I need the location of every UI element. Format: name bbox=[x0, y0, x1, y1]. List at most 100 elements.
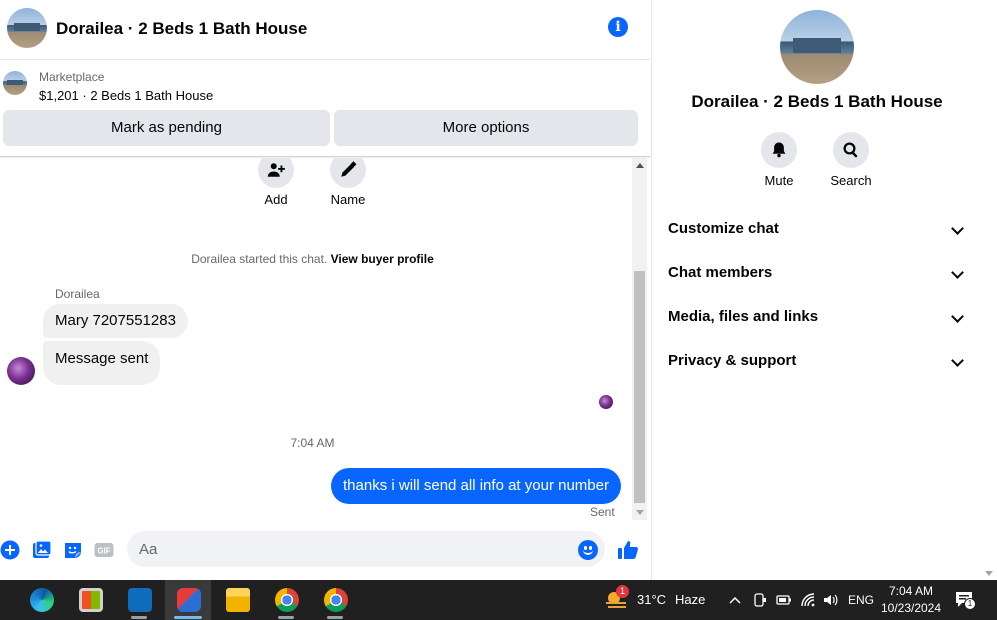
file-explorer-icon[interactable] bbox=[214, 580, 260, 620]
weather-icon[interactable]: 1 bbox=[604, 585, 629, 611]
name-button[interactable] bbox=[330, 158, 366, 188]
seen-indicator-avatar bbox=[599, 395, 613, 409]
scroll-up-arrow[interactable] bbox=[636, 163, 644, 168]
section-label: Privacy & support bbox=[668, 352, 797, 369]
scrollbar-thumb[interactable] bbox=[634, 271, 645, 503]
photo-icon[interactable] bbox=[32, 540, 52, 560]
view-buyer-profile-link[interactable]: View buyer profile bbox=[331, 252, 434, 266]
listing-avatar[interactable] bbox=[7, 8, 47, 48]
chevron-down-icon bbox=[951, 266, 964, 279]
gif-text: GIF bbox=[97, 547, 110, 556]
chrome-logo bbox=[275, 588, 299, 612]
section-label: Chat members bbox=[668, 264, 773, 281]
sender-avatar[interactable] bbox=[7, 357, 35, 385]
name-label: Name bbox=[330, 192, 366, 207]
pencil-icon bbox=[341, 161, 357, 177]
clock-time[interactable]: 7:04 AM bbox=[878, 584, 944, 598]
snipping-tool-icon[interactable] bbox=[165, 580, 211, 620]
clock-date[interactable]: 10/23/2024 bbox=[878, 601, 944, 615]
meet-now-icon[interactable] bbox=[752, 592, 768, 608]
search-icon bbox=[843, 142, 858, 158]
store-icon[interactable] bbox=[67, 580, 113, 620]
add-button[interactable] bbox=[258, 158, 294, 188]
chat-header: Dorailea · 2 Beds 1 Bath House i bbox=[0, 0, 650, 60]
chevron-down-icon bbox=[951, 222, 964, 235]
emoji-mouth bbox=[583, 550, 593, 555]
outlook-icon[interactable] bbox=[116, 580, 162, 620]
app-running-indicator bbox=[327, 616, 343, 619]
chrome-profile-logo bbox=[324, 588, 348, 612]
info-listing-avatar[interactable] bbox=[780, 10, 854, 84]
section-label: Media, files and links bbox=[668, 308, 819, 325]
scroll-down-arrow[interactable] bbox=[636, 510, 644, 515]
chrome-profile-icon[interactable] bbox=[312, 580, 358, 620]
chat-started-text: Dorailea started this chat. bbox=[191, 252, 328, 266]
edge-icon[interactable] bbox=[18, 580, 64, 620]
customize-chat-section[interactable]: Customize chat bbox=[668, 220, 968, 244]
app-running-indicator bbox=[131, 616, 147, 619]
sender-name: Dorailea bbox=[55, 287, 100, 301]
info-icon[interactable]: i bbox=[608, 17, 628, 37]
section-label: Customize chat bbox=[668, 220, 779, 237]
bell-icon bbox=[772, 142, 786, 158]
outlook-logo bbox=[128, 588, 152, 612]
message-scrollbar[interactable] bbox=[632, 158, 647, 520]
language-indicator[interactable]: ENG bbox=[846, 593, 876, 607]
search-label: Search bbox=[830, 173, 872, 188]
message-composer: GIF bbox=[0, 530, 650, 570]
add-label: Add bbox=[264, 192, 288, 207]
marketplace-label: Marketplace bbox=[39, 70, 105, 84]
app-running-indicator bbox=[278, 616, 294, 619]
wifi-icon[interactable] bbox=[800, 592, 816, 608]
add-person-icon bbox=[267, 163, 285, 177]
message-timestamp: 7:04 AM bbox=[290, 436, 335, 450]
media-files-links-section[interactable]: Media, files and links bbox=[668, 308, 968, 332]
listing-title[interactable]: $1,201 · 2 Beds 1 Bath House bbox=[39, 88, 213, 103]
folder-logo bbox=[226, 588, 250, 612]
weather-badge: 1 bbox=[616, 585, 629, 598]
chat-started-notice: Dorailea started this chat. View buyer p… bbox=[0, 252, 625, 266]
gif-icon[interactable]: GIF bbox=[94, 540, 114, 560]
scroll-down-arrow[interactable] bbox=[985, 571, 993, 576]
weather-condition[interactable]: Haze bbox=[675, 592, 705, 607]
message-list: Add Name Dorailea started this chat. Vie… bbox=[0, 158, 650, 520]
chrome-icon[interactable] bbox=[263, 580, 309, 620]
temperature[interactable]: 31°C bbox=[637, 592, 666, 607]
more-options-button[interactable]: More options bbox=[334, 110, 638, 146]
outgoing-message[interactable]: thanks i will send all info at your numb… bbox=[331, 468, 621, 504]
plus-icon[interactable] bbox=[0, 540, 20, 560]
page-scrollbar[interactable] bbox=[981, 0, 997, 580]
sticker-icon[interactable] bbox=[63, 540, 83, 560]
mark-as-pending-button[interactable]: Mark as pending bbox=[3, 110, 330, 146]
like-icon[interactable] bbox=[617, 539, 639, 561]
chevron-up-icon[interactable] bbox=[727, 592, 743, 608]
notification-icon[interactable]: 1 bbox=[955, 591, 976, 610]
listing-thumbnail[interactable] bbox=[3, 71, 27, 95]
chevron-down-icon bbox=[951, 310, 964, 323]
store-logo bbox=[79, 588, 103, 612]
marketplace-banner: Marketplace $1,201 · 2 Beds 1 Bath House… bbox=[0, 61, 650, 157]
privacy-support-section[interactable]: Privacy & support bbox=[668, 352, 968, 376]
info-title: Dorailea · 2 Beds 1 Bath House bbox=[691, 92, 943, 111]
chat-info-panel: Dorailea · 2 Beds 1 Bath House Mute Sear… bbox=[651, 0, 981, 580]
app-window: Dorailea · 2 Beds 1 Bath House i Marketp… bbox=[0, 0, 997, 620]
chat-panel: Dorailea · 2 Beds 1 Bath House i Marketp… bbox=[0, 0, 650, 580]
emoji-icon[interactable] bbox=[578, 540, 598, 560]
chevron-down-icon bbox=[951, 354, 964, 367]
notification-count: 1 bbox=[964, 598, 976, 610]
mute-button[interactable] bbox=[761, 132, 797, 168]
mute-label: Mute bbox=[764, 173, 794, 188]
chat-members-section[interactable]: Chat members bbox=[668, 264, 968, 288]
battery-icon[interactable] bbox=[776, 592, 792, 608]
search-button[interactable] bbox=[833, 132, 869, 168]
incoming-message[interactable]: Mary 7207551283 bbox=[43, 304, 188, 338]
windows-taskbar: 1 31°C Haze ENG 7:04 AM 10/23/2024 1 bbox=[0, 580, 997, 620]
chat-title[interactable]: Dorailea · 2 Beds 1 Bath House bbox=[56, 19, 307, 39]
app-active-indicator bbox=[174, 616, 202, 619]
message-input[interactable] bbox=[127, 531, 605, 567]
edge-logo bbox=[30, 588, 54, 612]
message-status: Sent bbox=[590, 505, 615, 519]
volume-icon[interactable] bbox=[823, 592, 839, 608]
incoming-message[interactable]: Message sent bbox=[43, 341, 161, 385]
snipping-logo bbox=[177, 588, 201, 612]
